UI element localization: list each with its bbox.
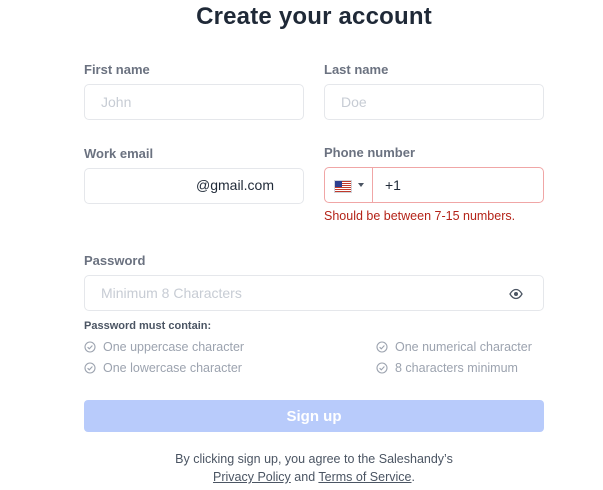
requirement-lowercase: One lowercase character: [84, 361, 242, 375]
requirement-uppercase: One uppercase character: [84, 340, 244, 354]
country-code-select[interactable]: [325, 168, 373, 202]
requirement-label: One numerical character: [395, 340, 532, 354]
terms-notice: By clicking sign up, you agree to the Sa…: [84, 450, 544, 486]
requirement-numerical: One numerical character: [376, 340, 532, 354]
requirement-label: 8 characters minimum: [395, 361, 518, 375]
phone-field: [324, 167, 544, 203]
work-email-label: Work email: [84, 146, 154, 161]
check-circle-icon: [376, 341, 388, 353]
work-email-value: @gmail.com: [196, 177, 275, 193]
us-flag-icon: [334, 180, 352, 193]
phone-label: Phone number: [324, 145, 416, 160]
password-label: Password: [84, 253, 146, 268]
requirement-label: One uppercase character: [103, 340, 245, 354]
first-name-input[interactable]: [84, 84, 304, 120]
first-name-label: First name: [84, 62, 150, 77]
last-name-input[interactable]: [324, 84, 544, 120]
privacy-policy-link[interactable]: Privacy Policy: [213, 470, 291, 484]
page-title: Create your account: [196, 3, 432, 30]
check-circle-icon: [376, 362, 388, 374]
check-circle-icon: [84, 341, 96, 353]
password-requirements-title: Password must contain:: [84, 320, 212, 332]
check-circle-icon: [84, 362, 96, 374]
terms-and: and: [294, 470, 316, 484]
signup-button[interactable]: Sign up: [84, 400, 544, 432]
terms-suffix: .: [411, 470, 415, 484]
phone-input[interactable]: [373, 168, 543, 202]
eye-icon[interactable]: [509, 287, 523, 300]
requirement-label: One lowercase character: [103, 361, 242, 375]
last-name-label: Last name: [324, 62, 389, 77]
signup-page: Create your account First name Last name…: [0, 0, 603, 490]
chevron-down-icon: [358, 183, 364, 187]
terms-of-service-link[interactable]: Terms of Service: [318, 470, 411, 484]
terms-prefix: By clicking sign up, you agree to the Sa…: [175, 452, 453, 466]
phone-error-message: Should be between 7-15 numbers.: [324, 209, 516, 223]
password-input[interactable]: [84, 275, 544, 311]
requirement-length: 8 characters minimum: [376, 361, 518, 375]
